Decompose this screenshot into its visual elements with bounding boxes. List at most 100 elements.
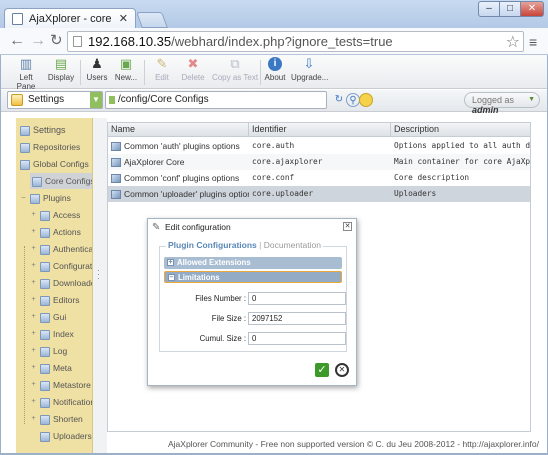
table-row[interactable]: Common 'conf' plugins options core.conf … xyxy=(108,170,530,186)
plugin-folder-icon xyxy=(40,329,50,340)
sidebar-item-label: Log xyxy=(53,346,68,356)
chevron-down-icon[interactable]: ▼ xyxy=(90,92,102,108)
cell-identifier: core.uploader xyxy=(252,189,314,198)
sidebar-item-shorten[interactable]: + Shorten xyxy=(30,411,83,427)
sidebar-item-configurations[interactable]: + Configurations xyxy=(30,258,92,274)
sidebar-item-actions[interactable]: + Actions xyxy=(30,224,81,240)
tab-close-icon[interactable]: ✕ xyxy=(119,12,128,25)
sidebar-item-downloaders[interactable]: + Downloaders xyxy=(30,275,92,291)
expand-icon[interactable]: + xyxy=(30,262,37,270)
cumul-size-field[interactable]: 0 xyxy=(248,332,346,345)
expand-icon[interactable]: + xyxy=(30,415,37,423)
left-pane-icon: ▥ xyxy=(19,56,33,71)
toolbar-separator xyxy=(260,60,261,85)
section-limitations[interactable]: – Limitations xyxy=(164,271,342,283)
display-button[interactable]: ▤ Display xyxy=(47,57,75,83)
about-button[interactable]: i About xyxy=(264,57,286,82)
reload-icon[interactable]: ↻ xyxy=(50,32,63,50)
new-button[interactable]: ▣ New... xyxy=(114,56,138,83)
sidebar-item-plugins[interactable]: – Plugins xyxy=(20,190,71,206)
sidebar-item-gui[interactable]: + Gui xyxy=(30,309,66,325)
browser-tab[interactable]: AjaXplorer - core ✕ xyxy=(4,8,136,29)
new-icon: ▣ xyxy=(119,56,133,71)
sidebar-item-editors[interactable]: + Editors xyxy=(30,292,79,308)
expand-icon[interactable]: + xyxy=(30,211,37,219)
sidebar-item-label: Downloaders xyxy=(53,278,92,288)
delete-button[interactable]: ✖ Delete xyxy=(181,57,205,83)
about-icon: i xyxy=(268,57,282,71)
file-size-label: File Size : xyxy=(211,314,246,323)
plugin-folder-icon xyxy=(40,210,50,221)
sidebar-item-settings[interactable]: Settings xyxy=(20,122,66,138)
bookmark-icon[interactable] xyxy=(359,93,373,107)
table-row[interactable]: Common 'auth' plugins options core.auth … xyxy=(108,138,530,154)
cell-name-text: Common 'conf' plugins options xyxy=(124,173,240,183)
expand-icon[interactable]: + xyxy=(30,330,37,338)
column-header-identifier[interactable]: Identifier xyxy=(249,123,391,137)
window-maximize-button[interactable]: □ xyxy=(499,1,521,17)
browser-menu-icon[interactable]: ≡ xyxy=(529,34,537,50)
sidebar-item-repositories[interactable]: Repositories xyxy=(20,139,80,155)
sidebar-item-label: Metastore xyxy=(53,380,91,390)
chevron-down-icon: ▼ xyxy=(528,96,535,103)
sidebar-item-access[interactable]: + Access xyxy=(30,207,80,223)
left-pane-button[interactable]: ▥ Left Pane xyxy=(9,56,43,92)
table-row[interactable]: AjaXplorer Core core.ajaxplorer Main con… xyxy=(108,154,531,170)
sidebar-item-global-configs[interactable]: Global Configs xyxy=(20,156,89,172)
column-header-name[interactable]: Name xyxy=(108,123,249,137)
expand-icon[interactable]: + xyxy=(30,364,37,372)
files-number-field[interactable]: 0 xyxy=(248,292,346,305)
cancel-button[interactable]: ✕ xyxy=(335,363,349,377)
expand-icon[interactable]: + xyxy=(30,347,37,355)
window-close-button[interactable]: ✕ xyxy=(520,1,544,17)
cell-description: Main container for core AjaXplorer setti… xyxy=(394,157,531,166)
sidebar-item-metastore[interactable]: + Metastore xyxy=(30,377,91,393)
sidebar-item-log[interactable]: + Log xyxy=(30,343,67,359)
expand-icon[interactable]: + xyxy=(30,381,37,389)
upgrade-icon: ⇩ xyxy=(303,56,315,71)
table-row[interactable]: Common 'uploader' plugins options core.u… xyxy=(108,186,530,202)
dialog-close-icon[interactable]: ✕ xyxy=(343,222,352,231)
expand-icon[interactable]: + xyxy=(30,313,37,321)
search-icon[interactable]: ⚲ xyxy=(346,93,360,107)
settings-folder-icon xyxy=(20,125,30,136)
workspace-select[interactable]: Settings ▼ xyxy=(7,91,103,109)
url-input[interactable]: 192.168.10.35/webhard/index.php?ignore_t… xyxy=(67,31,524,52)
pane-splitter[interactable]: · · · xyxy=(93,118,107,453)
sidebar-item-meta[interactable]: + Meta xyxy=(30,360,72,376)
forward-arrow-icon[interactable]: → xyxy=(30,32,46,50)
expand-icon[interactable]: + xyxy=(30,279,37,287)
column-header-description[interactable]: Description xyxy=(391,123,530,137)
files-number-row: Files Number : 0 xyxy=(160,292,348,306)
new-label: New... xyxy=(114,73,138,82)
edit-button[interactable]: ✎ Edit xyxy=(151,57,173,83)
sidebar-item-index[interactable]: + Index xyxy=(30,326,74,342)
bookmark-star-icon[interactable]: ☆ xyxy=(506,32,520,52)
window-minimize-button[interactable]: – xyxy=(478,1,500,17)
ok-button[interactable]: ✓ xyxy=(315,363,329,377)
collapse-icon[interactable]: – xyxy=(20,194,27,202)
sidebar-item-core-configs[interactable]: Core Configs xyxy=(30,173,92,189)
file-size-field[interactable]: 2097152 xyxy=(248,312,346,325)
expand-icon[interactable]: + xyxy=(30,245,37,253)
tab-documentation[interactable]: Documentation xyxy=(264,240,321,250)
tab-title: AjaXplorer - core xyxy=(29,13,112,25)
sidebar-item-authentication[interactable]: + Authentication xyxy=(30,241,92,257)
path-input[interactable]: /config/Core Configs xyxy=(105,91,327,109)
sidebar-item-notifications[interactable]: + Notifications xyxy=(30,394,92,410)
expand-icon[interactable]: + xyxy=(30,398,37,406)
copy-as-text-button[interactable]: ⧉ Copy as Text xyxy=(211,57,259,83)
refresh-icon[interactable]: ↻ xyxy=(332,93,346,107)
new-tab-button[interactable] xyxy=(136,12,168,28)
sidebar-item-label: Access xyxy=(53,210,81,220)
tab-plugin-configurations[interactable]: Plugin Configurations xyxy=(168,240,257,250)
expand-icon[interactable]: + xyxy=(30,296,37,304)
users-button[interactable]: ♟ Users xyxy=(85,57,109,83)
section-allowed-extensions[interactable]: + Allowed Extensions xyxy=(164,257,342,269)
back-arrow-icon[interactable]: ← xyxy=(9,32,25,50)
expand-icon[interactable]: + xyxy=(30,228,37,236)
upgrade-button[interactable]: ⇩ Upgrade... xyxy=(291,56,328,83)
plugin-folder-icon xyxy=(40,244,50,255)
logged-user-menu[interactable]: Logged as admin ▼ xyxy=(464,92,540,115)
left-pane-label: Left Pane xyxy=(16,73,36,91)
